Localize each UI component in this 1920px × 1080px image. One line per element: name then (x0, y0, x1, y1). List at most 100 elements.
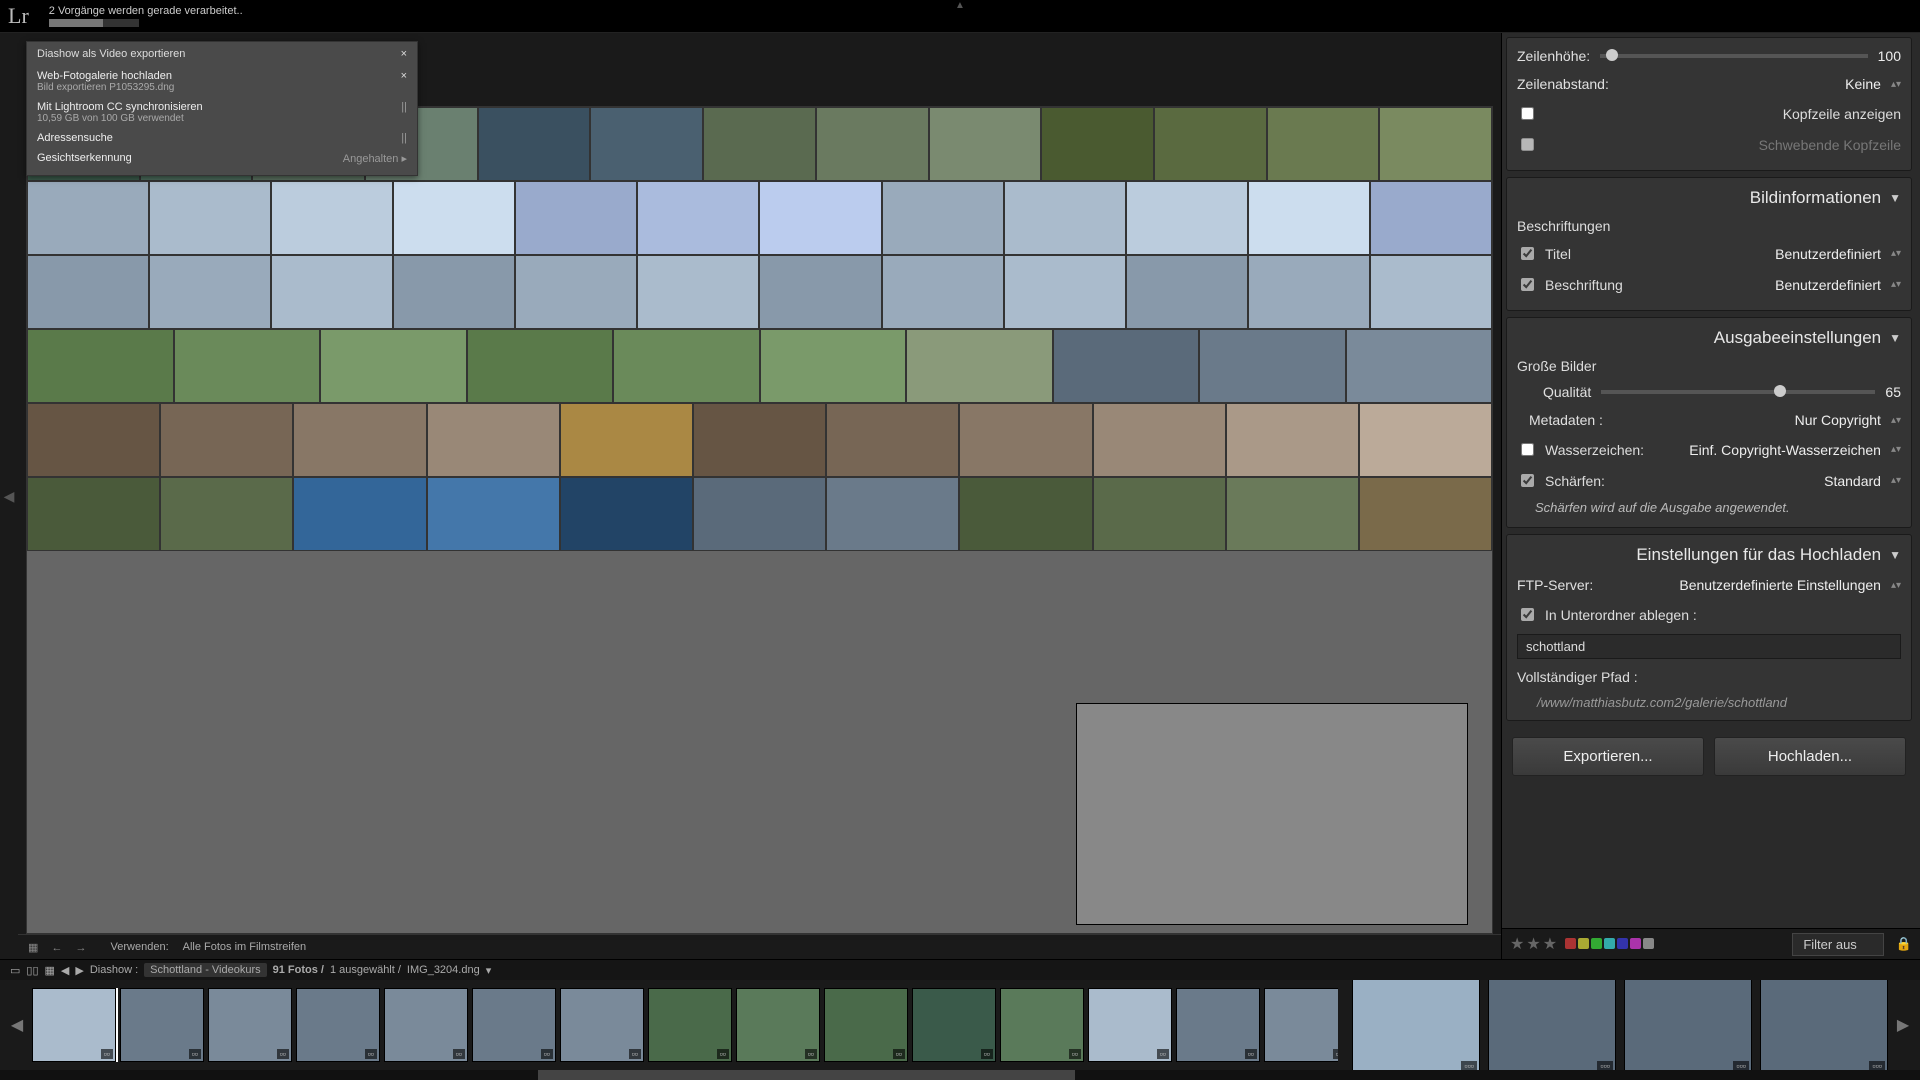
grid-thumbnail[interactable] (929, 107, 1042, 181)
filter-select[interactable]: Filter aus (1792, 933, 1883, 956)
grid-thumbnail[interactable] (393, 255, 515, 329)
grid-thumbnail[interactable] (1379, 107, 1492, 181)
row-height-slider[interactable] (1600, 54, 1867, 58)
filmstrip-thumbnail-large[interactable]: ▫▫▫ (1760, 980, 1888, 1070)
grid-thumbnail[interactable] (1248, 255, 1370, 329)
task-action[interactable]: || (401, 132, 407, 144)
grid-thumbnail[interactable] (1004, 181, 1126, 255)
strip-next-icon[interactable]: ▶ (75, 964, 83, 977)
task-action[interactable]: || (401, 101, 407, 113)
task-popover-close-icon[interactable]: × (401, 48, 407, 60)
grid-thumbnail[interactable] (816, 107, 929, 181)
grid-thumbnail[interactable] (427, 477, 560, 551)
grid-thumbnail[interactable] (1370, 255, 1492, 329)
panel-output-header[interactable]: Ausgabeeinstellungen▼ (1517, 322, 1901, 354)
grid-thumbnail[interactable] (467, 329, 614, 403)
grid-thumbnail[interactable] (613, 329, 760, 403)
nav-prev-icon[interactable]: ← (51, 942, 62, 954)
color-label-filter[interactable] (1565, 937, 1656, 952)
grid-thumbnail[interactable] (1226, 477, 1359, 551)
quality-slider[interactable] (1601, 390, 1875, 394)
grid-thumbnail[interactable] (1093, 477, 1226, 551)
grid-thumbnail[interactable] (560, 477, 693, 551)
grid-thumbnail[interactable] (693, 477, 826, 551)
filmstrip-thumbnail[interactable]: ▫▫ (736, 988, 820, 1062)
grid-thumbnail[interactable] (320, 329, 467, 403)
grid-thumbnail[interactable] (174, 329, 321, 403)
filter-lock-icon[interactable]: 🔒 (1896, 936, 1912, 952)
grid-thumbnail[interactable] (427, 403, 560, 477)
task-action[interactable]: Angehalten ▸ (343, 152, 407, 165)
grid-thumbnail[interactable] (27, 477, 160, 551)
grid-thumbnail[interactable] (760, 329, 907, 403)
grid-thumbnail[interactable] (959, 403, 1092, 477)
grid-thumbnail[interactable] (293, 403, 426, 477)
grid-thumbnail[interactable] (1267, 107, 1380, 181)
filmstrip-thumbnail-large[interactable]: ▫▫▫ (1488, 980, 1616, 1070)
grid-thumbnail[interactable] (515, 255, 637, 329)
grid-thumbnail[interactable] (1004, 255, 1126, 329)
metadata-select[interactable]: Nur Copyright▴▾ (1795, 412, 1901, 428)
panel-image-info-header[interactable]: Bildinformationen▼ (1517, 182, 1901, 214)
grid-thumbnail[interactable] (826, 403, 959, 477)
filmstrip-thumbnail[interactable]: ▫▫ (824, 988, 908, 1062)
grid-thumbnail[interactable] (1041, 107, 1154, 181)
grid-thumbnail[interactable] (160, 403, 293, 477)
grid-thumbnail[interactable] (906, 329, 1053, 403)
grid-thumbnail[interactable] (149, 255, 271, 329)
filmstrip-thumbnail[interactable]: ▫▫ (1264, 988, 1338, 1062)
grid-thumbnail[interactable] (882, 255, 1004, 329)
filmstrip-thumbnail[interactable]: ▫▫ (120, 988, 204, 1062)
processing-status[interactable]: 2 Vorgänge werden gerade verarbeitet.. (49, 5, 243, 27)
export-button[interactable]: Exportieren... (1512, 737, 1704, 776)
grid-thumbnail[interactable] (959, 477, 1092, 551)
grid-thumbnail[interactable] (1359, 477, 1492, 551)
strip-prev-icon[interactable]: ◀ (61, 964, 69, 977)
title-checkbox[interactable] (1521, 247, 1534, 260)
sharpen-checkbox[interactable] (1521, 474, 1534, 487)
grid-thumbnail[interactable] (637, 181, 759, 255)
strip-scroll-left[interactable]: ◀ (6, 1015, 28, 1035)
panel-upload-header[interactable]: Einstellungen für das Hochladen▼ (1517, 539, 1901, 571)
row-spacing-select[interactable]: Keine▴▾ (1845, 76, 1901, 92)
top-collapse-icon[interactable]: ▲ (955, 0, 965, 11)
filmstrip-thumbnail-large[interactable]: ▫▫▫ (1624, 980, 1752, 1070)
grid-thumbnail[interactable] (1126, 181, 1248, 255)
show-header-checkbox[interactable] (1521, 107, 1534, 120)
grid-thumbnail[interactable] (393, 181, 515, 255)
grid-icon[interactable]: ▦ (45, 964, 55, 977)
grid-thumbnail[interactable] (759, 255, 881, 329)
upload-button[interactable]: Hochladen... (1714, 737, 1906, 776)
grid-thumbnail[interactable] (560, 403, 693, 477)
grid-thumbnail[interactable] (637, 255, 759, 329)
grid-thumbnail[interactable] (27, 329, 174, 403)
grid-thumbnail[interactable] (1370, 181, 1492, 255)
grid-thumbnail[interactable] (759, 181, 881, 255)
filmstrip-thumbnail[interactable]: ▫▫ (1000, 988, 1084, 1062)
subfolder-input[interactable]: schottland (1517, 634, 1901, 659)
grid-thumbnail[interactable] (27, 181, 149, 255)
grid-thumbnail[interactable] (515, 181, 637, 255)
grid-thumbnail[interactable] (27, 255, 149, 329)
grid-thumbnail[interactable] (703, 107, 816, 181)
grid-thumbnail[interactable] (590, 107, 703, 181)
subfolder-checkbox[interactable] (1521, 608, 1534, 621)
grid-thumbnail[interactable] (1226, 403, 1359, 477)
ftp-select[interactable]: Benutzerdefinierte Einstellungen▴▾ (1679, 577, 1901, 593)
grid-thumbnail[interactable] (882, 181, 1004, 255)
nav-next-icon[interactable]: → (76, 942, 87, 954)
grid-thumbnail[interactable] (693, 403, 826, 477)
grid-thumbnail[interactable] (1199, 329, 1346, 403)
caption-checkbox[interactable] (1521, 278, 1534, 291)
grid-thumbnail[interactable] (478, 107, 591, 181)
filmstrip-thumbnail[interactable]: ▫▫ (1176, 988, 1260, 1062)
filmstrip-thumbnail[interactable]: ▫▫ (912, 988, 996, 1062)
filmstrip-thumbnail[interactable]: ▫▫ (32, 988, 116, 1062)
filmstrip-thumbnail[interactable]: ▫▫ (648, 988, 732, 1062)
grid-view-icon[interactable]: ▦ (28, 942, 38, 954)
grid-thumbnail[interactable] (149, 181, 271, 255)
filmstrip-scrollbar[interactable] (0, 1070, 1920, 1080)
use-value[interactable]: Alle Fotos im Filmstreifen (183, 941, 306, 953)
rating-filter[interactable]: ★★★ (1510, 934, 1559, 954)
grid-thumbnail[interactable] (1248, 181, 1370, 255)
